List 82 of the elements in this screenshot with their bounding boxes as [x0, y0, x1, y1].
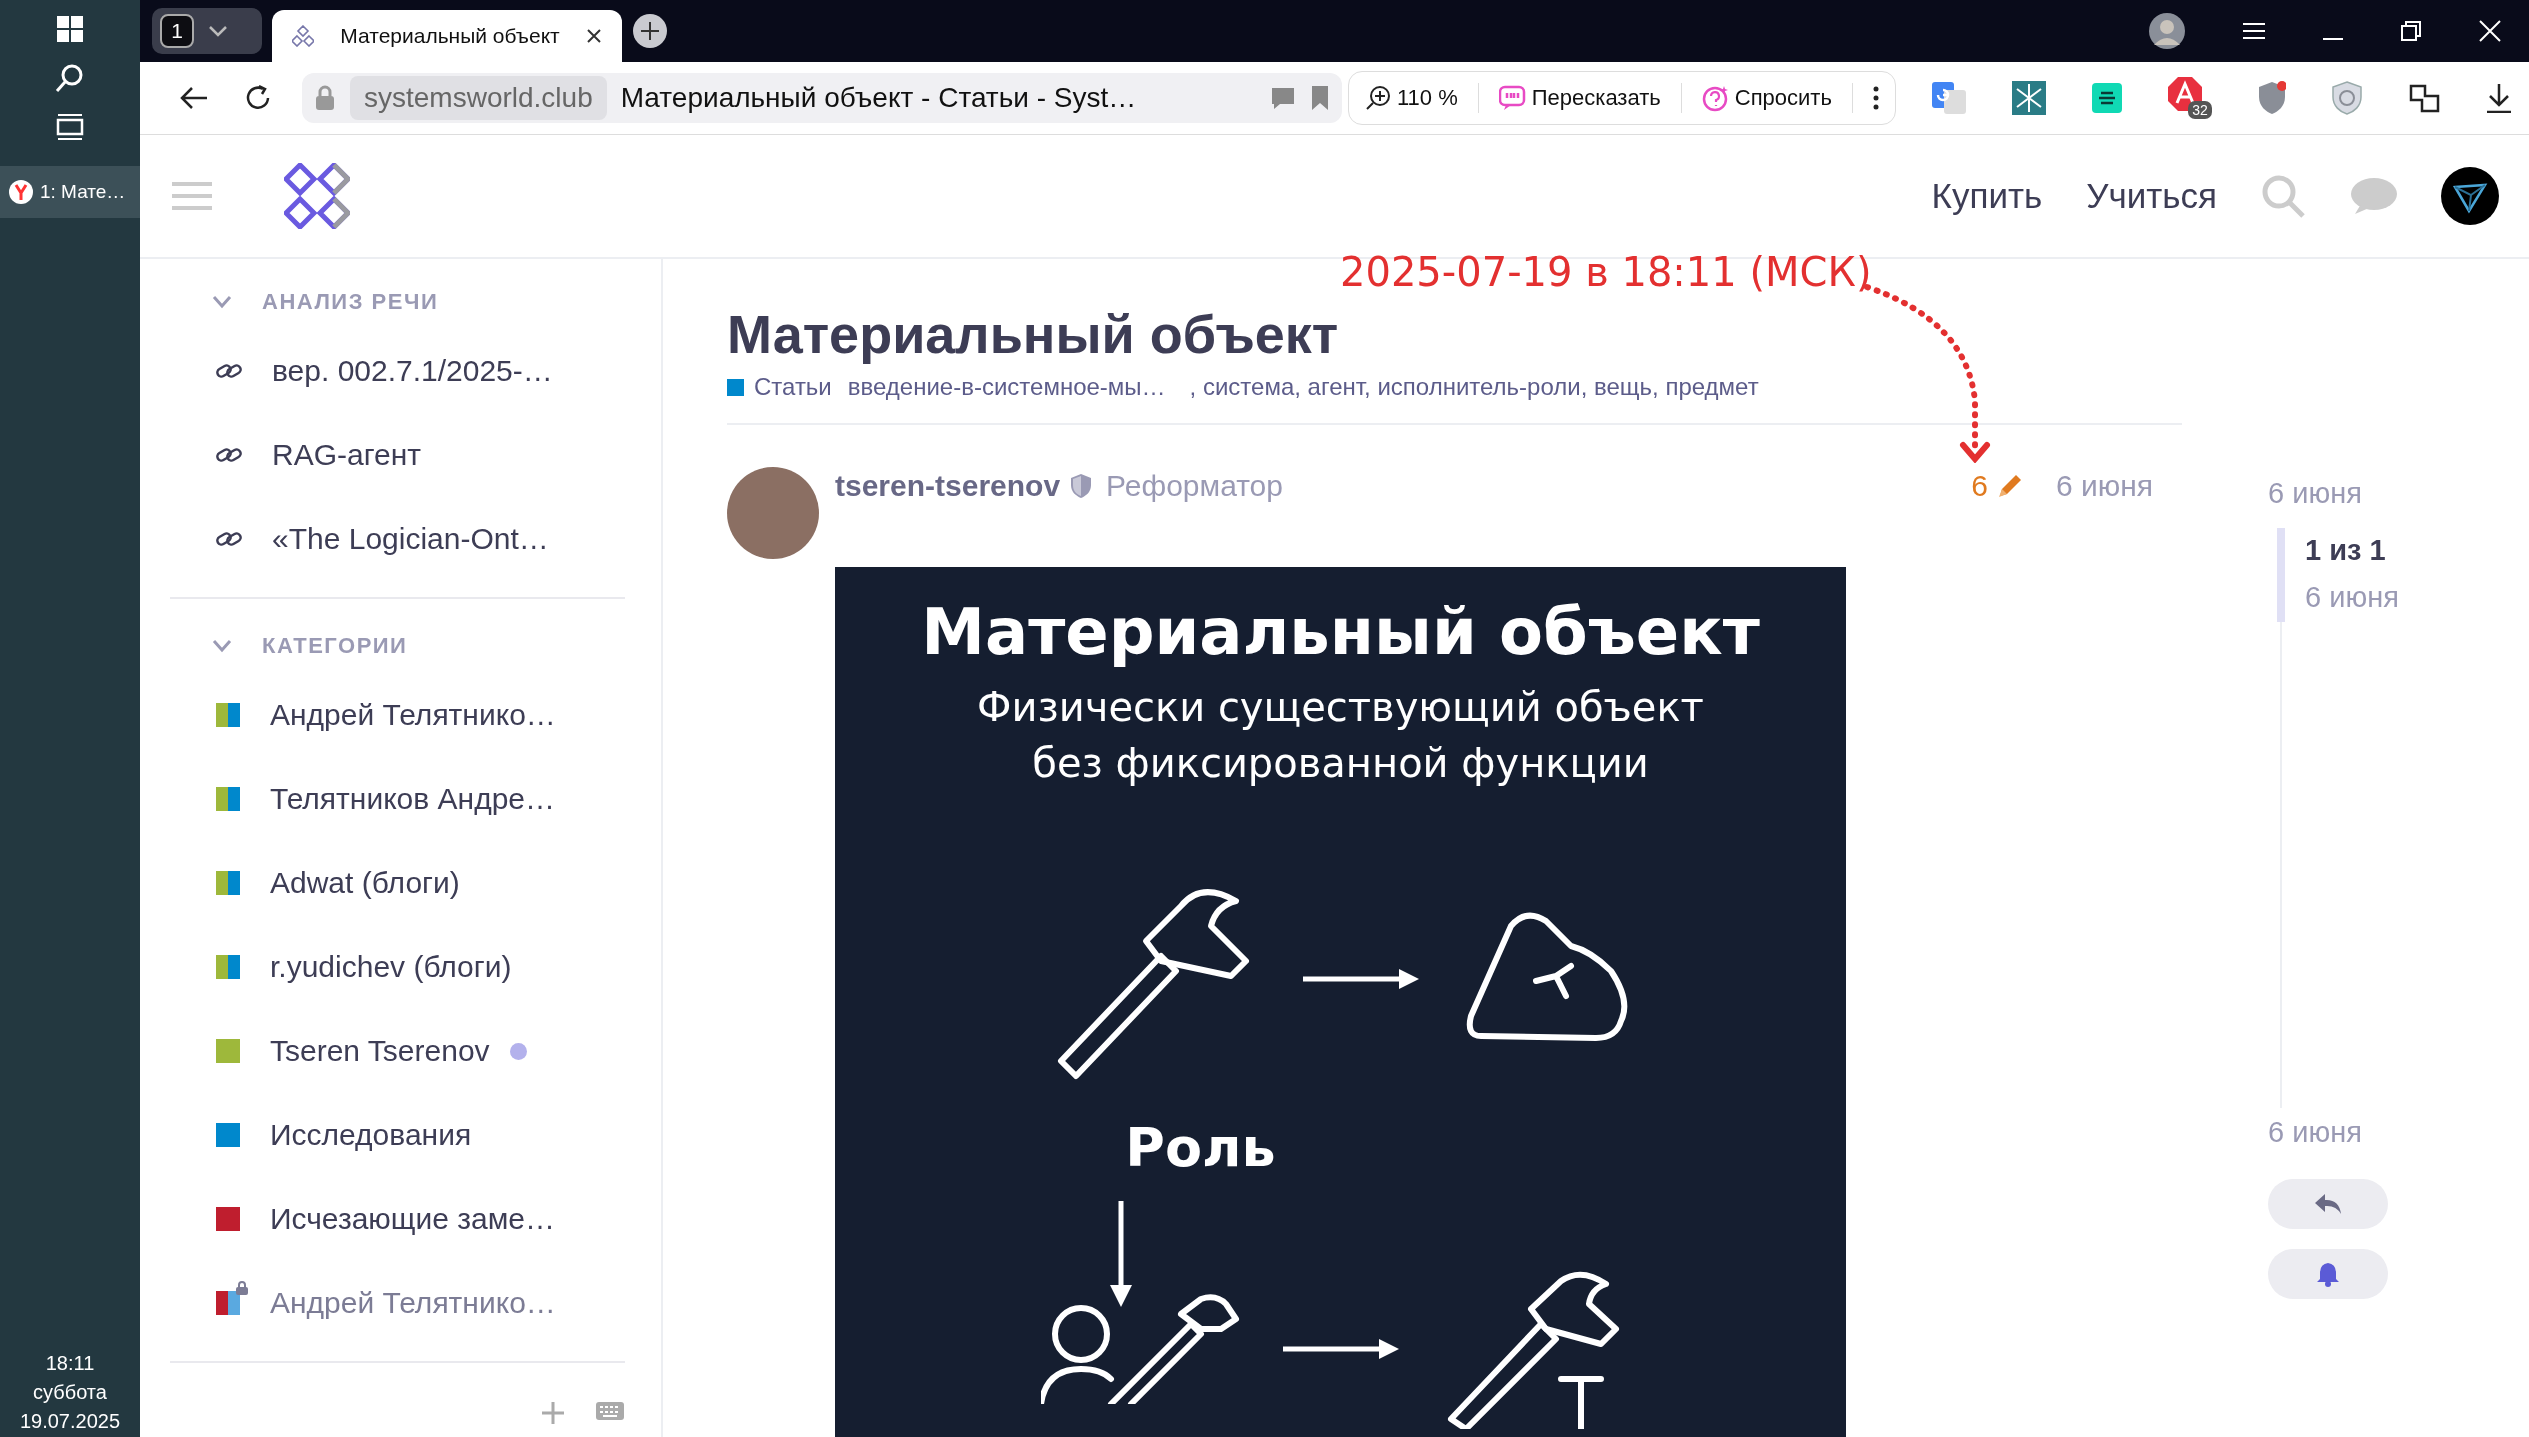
- download-icon[interactable]: [2485, 83, 2512, 113]
- sidebar-link[interactable]: RAG-агент: [170, 413, 625, 497]
- post-position: 1 из 1: [2305, 534, 2387, 567]
- annotation-text: 2025-07-19 в 18:11 (МСК): [1340, 249, 1872, 295]
- reload-icon[interactable]: [244, 84, 272, 112]
- image-subtitle: Физически существующий объект без фиксированной функции: [977, 683, 1704, 788]
- adblock-extension-button[interactable]: 32: [2167, 77, 2212, 119]
- menu-icon[interactable]: [2243, 22, 2265, 40]
- clock-time: 18:11: [45, 1352, 95, 1375]
- position-date: 6 июня: [2305, 581, 2399, 614]
- author-link[interactable]: tseren-tserenov: [835, 469, 1061, 503]
- nav-link[interactable]: Купить: [1931, 176, 2043, 216]
- link-icon: [216, 362, 242, 380]
- geometric-logo-icon[interactable]: [2011, 81, 2046, 115]
- shield-icon[interactable]: [2331, 81, 2362, 115]
- category-link[interactable]: Андрей Телятнико…: [170, 673, 625, 757]
- quote-bubble-icon: [1498, 84, 1526, 112]
- zoom-button[interactable]: 110 %: [1365, 85, 1458, 111]
- site-logo-icon: [292, 25, 314, 47]
- nav-link[interactable]: Учиться: [2086, 176, 2217, 216]
- page-title: Материальный объект - Статьи - Syst…: [620, 82, 1138, 114]
- link-icon: [216, 530, 242, 548]
- shield-icon: [1070, 473, 1093, 499]
- user-avatar-icon[interactable]: [2441, 167, 2499, 225]
- windows-icon[interactable]: [55, 14, 85, 44]
- browser-tab[interactable]: Материальный объект: [272, 10, 622, 62]
- user-title: Реформатор: [1106, 469, 1283, 503]
- site-logo-icon[interactable]: [284, 163, 350, 229]
- profile-avatar-icon[interactable]: [2149, 13, 2185, 49]
- more-icon[interactable]: [1872, 86, 1879, 110]
- chevron-down-icon: [212, 639, 232, 653]
- tag-link[interactable]: введение-в-системное-мы…: [847, 373, 1166, 401]
- right-arrow-icon: [1300, 966, 1421, 991]
- taskbar-app-button[interactable]: 1: Мате…: [0, 166, 140, 218]
- close-icon: [586, 28, 602, 44]
- reply-icon: [2314, 1193, 2342, 1215]
- timeline-handle[interactable]: 1 из 1 6 июня: [2277, 528, 2399, 622]
- tab-counter-button[interactable]: 1: [152, 8, 262, 54]
- zoom-in-icon: [1365, 85, 1391, 111]
- comment-icon[interactable]: [1270, 86, 1296, 110]
- category-link[interactable]: r.yudichev (блоги): [170, 925, 625, 1009]
- lock-icon: [314, 85, 336, 111]
- restore-icon[interactable]: [2401, 21, 2421, 41]
- browser-logo-icon: [8, 179, 34, 205]
- new-tab-icon[interactable]: [632, 13, 668, 49]
- topic-title: Материальный объект: [727, 303, 1340, 365]
- count-badge: 32: [2188, 101, 2212, 119]
- category-link[interactable]: Tseren Tserenov: [170, 1009, 625, 1093]
- address-bar[interactable]: systemsworld.club Материальный объект - Статьи - Syst…: [302, 73, 1342, 123]
- scan-icon[interactable]: [2091, 83, 2122, 113]
- sidebar-link[interactable]: вер. 002.7.1/2025-…: [170, 329, 625, 413]
- shield-icon[interactable]: [2257, 81, 2286, 115]
- category-link[interactable]: Исчезающие заме…: [170, 1177, 625, 1261]
- category-link[interactable]: Телятников Андре…: [170, 757, 625, 841]
- tag-link[interactable]: , система, агент, исполнитель-роли, вещь, предмет: [1189, 373, 1759, 401]
- category-link[interactable]: Adwat (блоги): [170, 841, 625, 925]
- close-icon[interactable]: [2479, 20, 2501, 42]
- chevron-down-icon: [208, 25, 228, 37]
- bell-icon: [2316, 1261, 2340, 1287]
- toolbar-button[interactable]: Пересказать: [1498, 84, 1661, 112]
- reply-button[interactable]: [2268, 1179, 2388, 1229]
- bookmark-icon[interactable]: [1310, 85, 1330, 111]
- toolbar-button[interactable]: Спросить: [1701, 84, 1832, 112]
- chevron-down-icon: [212, 295, 232, 309]
- category-link[interactable]: Исследования: [170, 1093, 625, 1177]
- sparkle-question-icon: [1701, 84, 1729, 112]
- clock-weekday: суббота: [33, 1381, 107, 1404]
- sidebar-link[interactable]: «The Logician-Ont…: [170, 497, 625, 581]
- task-view-icon[interactable]: [54, 112, 86, 142]
- clock-date: 19.07.2025: [19, 1410, 121, 1433]
- image-caption: Роль: [1125, 1116, 1276, 1179]
- category-link[interactable]: Статьи: [727, 373, 832, 401]
- category-link[interactable]: Андрей Телятнико…: [170, 1261, 625, 1345]
- back-icon[interactable]: [180, 86, 208, 110]
- image-title: Материальный объект: [921, 595, 1760, 669]
- domain-chip: systemsworld.club: [350, 76, 607, 120]
- puzzle-icon[interactable]: [2407, 82, 2440, 114]
- translate-icon[interactable]: [1931, 82, 1966, 114]
- person-with-hammer-icon: [1040, 1294, 1241, 1404]
- right-arrow-icon: [1280, 1337, 1401, 1361]
- link-icon: [216, 446, 242, 464]
- notification-button[interactable]: [2268, 1249, 2388, 1299]
